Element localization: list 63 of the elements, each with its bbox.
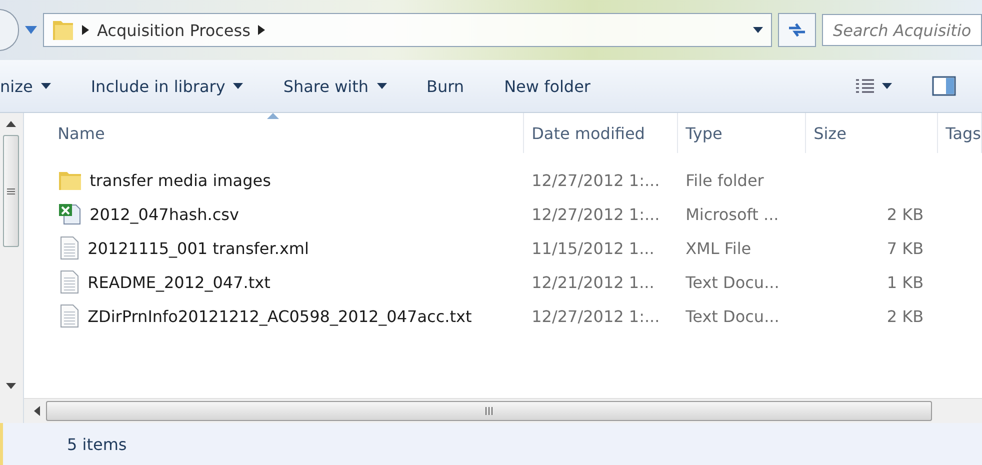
- table-cell-text: Text Docu...: [684, 272, 780, 292]
- breadcrumb[interactable]: Acquisition Process: [97, 20, 250, 40]
- back-button[interactable]: [0, 9, 19, 51]
- file-name[interactable]: ZDirPrnInfo20121212_AC0598_2012_047acc.txt: [58, 304, 524, 328]
- toolbar-button[interactable]: Burn: [426, 76, 464, 96]
- text-file-icon: [58, 236, 80, 260]
- text-file-icon: [58, 304, 80, 328]
- table-cell-text: 2 KB: [886, 204, 925, 224]
- sort-arrow-icon: [266, 113, 279, 119]
- folder-icon: [52, 19, 74, 41]
- table-cell-text: XML File: [684, 238, 752, 258]
- text-file-icon: [58, 270, 80, 294]
- grip-icon: [484, 407, 493, 415]
- list-view-icon: [856, 79, 874, 93]
- column-header[interactable]: Tags: [938, 113, 982, 153]
- table-cell-text: File folder: [684, 170, 765, 190]
- vertical-scrollbar[interactable]: [0, 113, 24, 423]
- caret-icon: [40, 83, 51, 89]
- table-cell-text: 12/27/2012 1:...: [530, 306, 661, 326]
- toolbar-button[interactable]: Share with: [283, 76, 387, 96]
- dropdown-icon[interactable]: [25, 26, 37, 34]
- file-name[interactable]: 20121115_001 transfer.xml: [58, 236, 524, 260]
- arrow-icon: [258, 25, 266, 35]
- refresh-icon: [787, 22, 807, 38]
- preview-pane-icon[interactable]: [932, 76, 956, 96]
- view-button[interactable]: [856, 79, 892, 93]
- horizontal-scrollbar[interactable]: [24, 398, 982, 423]
- column-header[interactable]: Size: [806, 113, 938, 153]
- toolbar-button[interactable]: nize: [0, 76, 51, 96]
- grip-icon: [7, 188, 16, 194]
- table-cell-text: Microsoft ...: [684, 204, 780, 224]
- folder-icon: [58, 169, 82, 191]
- table-cell-text: 12/21/2012 1...: [530, 272, 656, 292]
- status-text: 5 items: [0, 423, 982, 465]
- table-cell-text: 1 KB: [886, 272, 925, 292]
- file-name[interactable]: transfer media images: [58, 169, 524, 191]
- column-header[interactable]: Type: [678, 113, 806, 153]
- column-header[interactable]: Name: [58, 113, 524, 153]
- column-header[interactable]: Date modified: [524, 113, 678, 153]
- address-bar[interactable]: Acquisition Process: [43, 13, 772, 47]
- scroll-thumb[interactable]: [3, 135, 20, 247]
- table-cell-text: 7 KB: [886, 238, 925, 258]
- table-cell-text: 2 KB: [886, 306, 925, 326]
- table-cell-text: 11/15/2012 1...: [530, 238, 656, 258]
- spreadsheet-icon: [58, 203, 82, 225]
- table-cell-text: 12/27/2012 1:...: [530, 170, 661, 190]
- scroll-thumb[interactable]: [46, 401, 932, 421]
- caret-icon: [233, 83, 244, 89]
- file-name[interactable]: README_2012_047.txt: [58, 270, 524, 294]
- search-field[interactable]: Search Acquisitio: [822, 14, 982, 46]
- scroll-up-icon[interactable]: [6, 121, 16, 127]
- scroll-down-icon[interactable]: [6, 383, 16, 389]
- toolbar-button[interactable]: Include in library: [90, 76, 244, 96]
- refresh-button[interactable]: [778, 13, 816, 47]
- caret-icon: [882, 83, 892, 89]
- table-cell-text: Text Docu...: [684, 306, 780, 326]
- table-cell-text: 12/27/2012 1:...: [530, 204, 661, 224]
- caret-icon: [376, 83, 387, 89]
- arrow-icon: [82, 25, 89, 35]
- toolbar-button[interactable]: New folder: [504, 76, 591, 96]
- file-name[interactable]: 2012_047hash.csv: [58, 203, 524, 225]
- scroll-left-icon[interactable]: [34, 406, 40, 416]
- dropdown-caret-icon: [753, 27, 763, 33]
